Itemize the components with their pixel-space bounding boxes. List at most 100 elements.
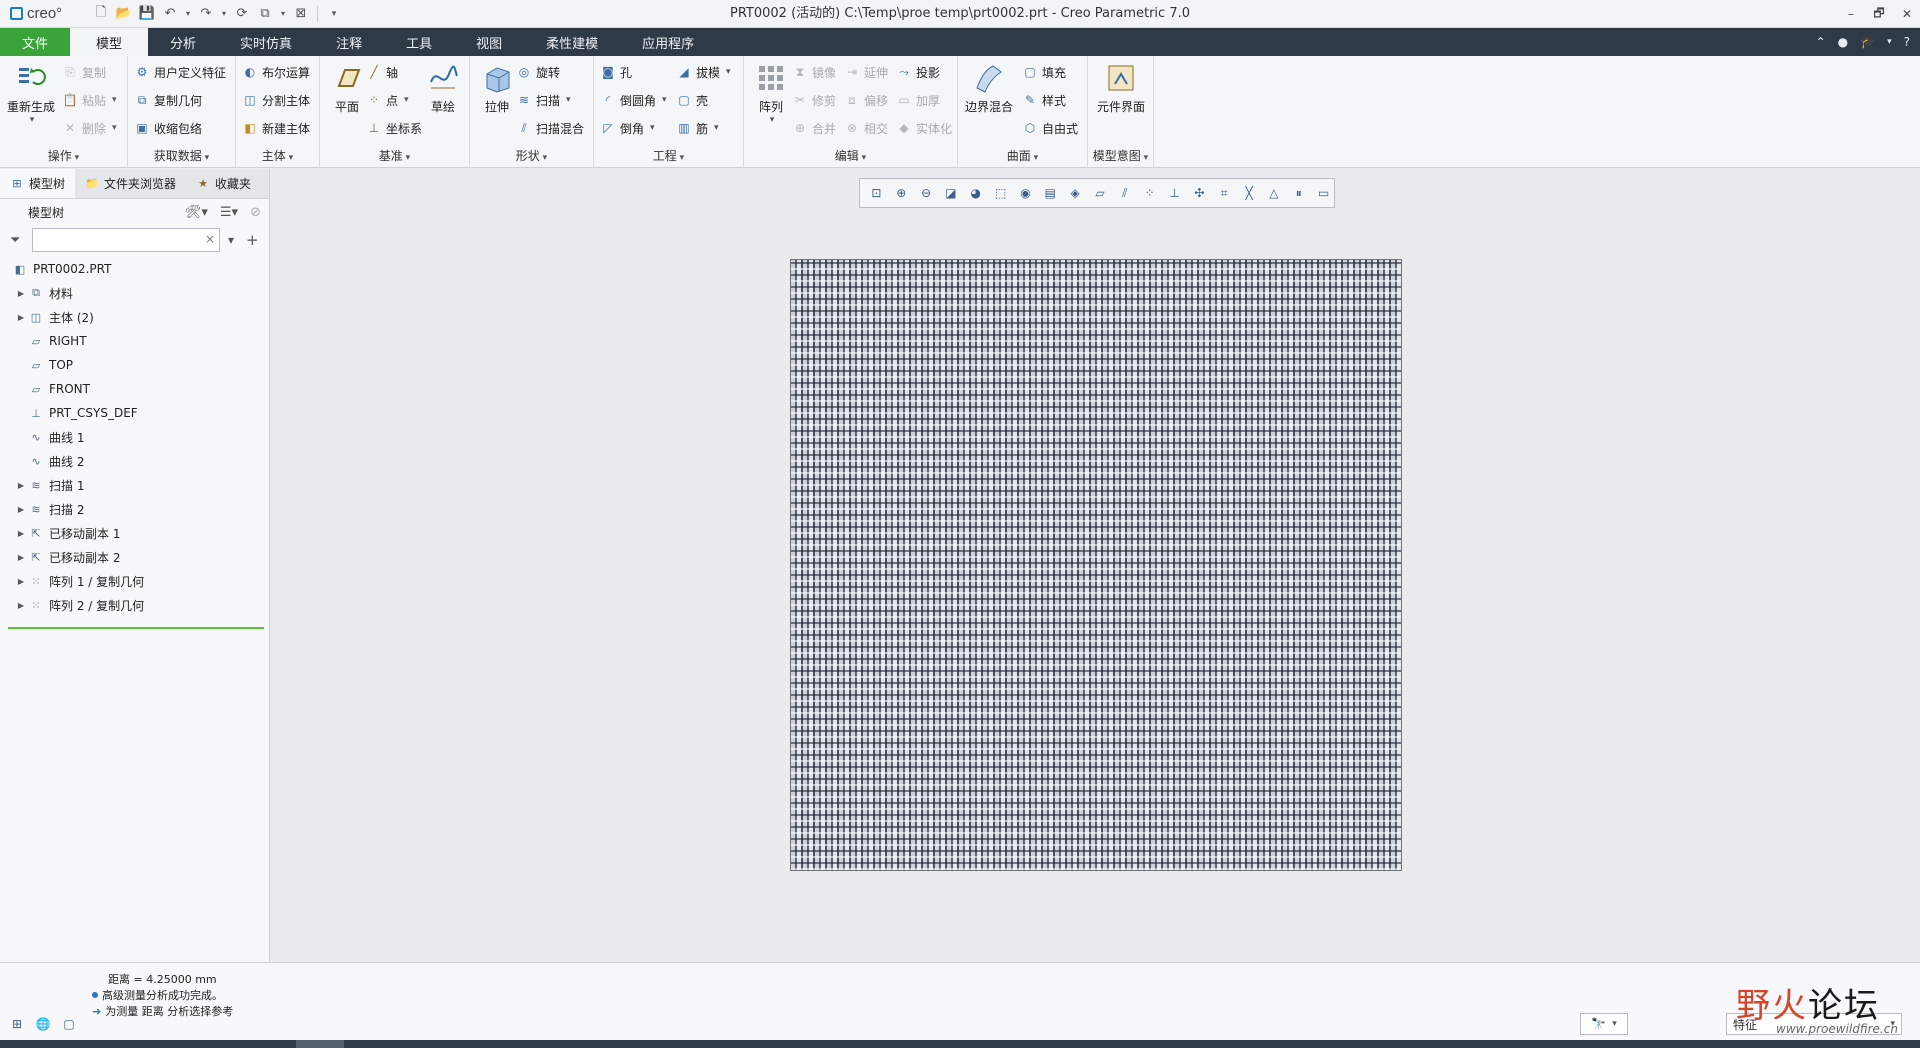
windows-icon[interactable]: ⧉ [256, 5, 274, 23]
browser-icon[interactable]: 🌐 [34, 1015, 52, 1033]
group-label-engineering[interactable]: 工程 [594, 147, 743, 164]
perspective-icon[interactable]: ▤ [1040, 182, 1061, 204]
tab-favorites[interactable]: ★ 收藏夹 [186, 169, 261, 198]
tree-settings-icon[interactable]: 🛠▾ [185, 205, 208, 220]
view-manager-icon[interactable]: ◉ [1015, 182, 1036, 204]
repaint-icon[interactable]: ◪ [941, 182, 962, 204]
expand-arrow-icon[interactable]: ▶ [14, 577, 28, 586]
copy-button[interactable]: ⎘ 复制 [62, 62, 106, 82]
section-icon[interactable]: ◈ [1065, 182, 1086, 204]
tab-file[interactable]: 文件 [0, 28, 71, 56]
new-file-icon[interactable]: 🗋 [92, 5, 110, 23]
tree-search-input[interactable] [32, 228, 220, 252]
user-icon[interactable]: ● [1838, 35, 1848, 49]
tab-folder-browser[interactable]: 📁 文件夹浏览器 [75, 169, 186, 198]
display-style-icon[interactable]: ◕ [965, 182, 986, 204]
pattern-dropdown-icon[interactable]: ▾ [746, 115, 798, 125]
csys-button[interactable]: ⊥ 坐标系 [366, 118, 422, 138]
group-label-body[interactable]: 主体 [236, 147, 319, 164]
help-icon[interactable]: ? [1904, 35, 1910, 49]
learning-icon[interactable]: 🎓 [1860, 35, 1875, 49]
toggle-navigator-icon[interactable]: ⊞ [8, 1015, 26, 1033]
axis-display-icon[interactable]: ╳ [1239, 182, 1260, 204]
split-body-button[interactable]: ◫ 分割主体 [242, 90, 310, 110]
tree-node[interactable]: ▶ ⁙ 阵列 1 / 复制几何 [0, 569, 269, 593]
udf-button[interactable]: ⚙ 用户定义特征 [134, 62, 226, 82]
tab-view[interactable]: 视图 [454, 28, 524, 56]
rib-button[interactable]: ▥ 筋 ▾ [676, 118, 718, 138]
tree-node[interactable]: ⊥ PRT_CSYS_DEF [0, 401, 269, 425]
full-screen-icon[interactable]: ▢ [60, 1015, 78, 1033]
expand-arrow-icon[interactable]: ▶ [14, 481, 28, 490]
tab-applications[interactable]: 应用程序 [620, 28, 716, 56]
tree-node[interactable]: ▶ ⧉ 材料 [0, 281, 269, 305]
insert-here-line[interactable] [8, 627, 264, 629]
group-label-get-data[interactable]: 获取数据 [128, 147, 235, 164]
tab-analysis[interactable]: 分析 [148, 28, 218, 56]
search-clear-icon[interactable]: × [205, 232, 215, 246]
tree-node[interactable]: ▱ TOP [0, 353, 269, 377]
copy-geometry-button[interactable]: ⧉ 复制几何 [134, 90, 202, 110]
group-label-datum[interactable]: 基准 [320, 147, 469, 164]
tab-flexible-modeling[interactable]: 柔性建模 [524, 28, 620, 56]
tree-columns-icon[interactable]: ☰▾ [220, 205, 238, 220]
tree-node[interactable]: ▱ FRONT [0, 377, 269, 401]
offset-button[interactable]: ⧈ 偏移 [844, 90, 888, 110]
saved-orientations-icon[interactable]: ⬚ [990, 182, 1011, 204]
windows-dropdown-icon[interactable]: ▾ [279, 5, 287, 23]
spin-center-icon[interactable]: ✣ [1189, 182, 1210, 204]
tree-node[interactable]: ▶ ⁙ 阵列 2 / 复制几何 [0, 593, 269, 617]
boundary-blend-button[interactable]: 边界混合 [962, 62, 1016, 115]
tree-filter-off-icon[interactable]: ⊘ [250, 205, 261, 220]
freestyle-button[interactable]: ⬡ 自由式 [1022, 118, 1078, 138]
swept-blend-button[interactable]: ⫽ 扫描混合 [516, 118, 584, 138]
filter-funnel-icon[interactable]: ⏷ [10, 233, 28, 248]
tree-node[interactable]: ∿ 曲线 2 [0, 449, 269, 473]
tab-model-tree[interactable]: ⊞ 模型树 [0, 169, 76, 198]
open-folder-icon[interactable]: 📂 [115, 5, 133, 23]
expand-arrow-icon[interactable]: ▶ [14, 529, 28, 538]
search-options-icon[interactable]: ▾ [228, 233, 234, 247]
solidify-button[interactable]: ◆ 实体化 [896, 118, 952, 138]
trim-button[interactable]: ✂ 修剪 [792, 90, 836, 110]
pause-icon[interactable]: ⏸ [1288, 182, 1309, 204]
pattern-button[interactable]: 阵列 ▾ [744, 62, 798, 125]
tab-model[interactable]: 模型 [70, 28, 149, 56]
undo-icon[interactable]: ↶ [161, 5, 179, 23]
graphics-window[interactable]: ⊡ ⊕ ⊖ ◪ ◕ ⬚ ◉ ▤ ◈ ▱ ⫽ ⁘ ⊥ ✣ ⌗ ╳ △ ⏸ ▭ [271, 169, 1920, 962]
sweep-button[interactable]: ≋ 扫描 ▾ [516, 90, 571, 110]
revolve-button[interactable]: ◎ 旋转 [516, 62, 560, 82]
tree-node[interactable]: ∿ 曲线 1 [0, 425, 269, 449]
new-body-button[interactable]: ◧ 新建主体 [242, 118, 310, 138]
fill-button[interactable]: ▢ 填充 [1022, 62, 1066, 82]
group-label-surfaces[interactable]: 曲面 [958, 147, 1087, 164]
extend-button[interactable]: ⇥ 延伸 [844, 62, 888, 82]
boolean-button[interactable]: ◐ 布尔运算 [242, 62, 310, 82]
draft-button[interactable]: ◢ 拔模 ▾ [676, 62, 730, 82]
tree-node[interactable]: ▶ ⇱ 已移动副本 1 [0, 521, 269, 545]
datum-display-icon[interactable]: ▱ [1090, 182, 1111, 204]
tree-node[interactable]: ◧ PRT0002.PRT [0, 257, 269, 281]
tree-node[interactable]: ▱ RIGHT [0, 329, 269, 353]
undo-dropdown-icon[interactable]: ▾ [184, 5, 192, 23]
round-button[interactable]: ◜ 倒圆角 ▾ [600, 90, 667, 110]
intersect-button[interactable]: ⊗ 相交 [844, 118, 888, 138]
hole-button[interactable]: ◙ 孔 [600, 62, 632, 82]
add-filter-icon[interactable]: + [246, 231, 259, 249]
regenerate-button[interactable]: 重新生成 ▾ [4, 62, 58, 125]
expand-arrow-icon[interactable]: ▶ [14, 505, 28, 514]
paste-button[interactable]: 📋 粘贴 ▾ [62, 90, 117, 110]
tab-annotate[interactable]: 注释 [314, 28, 384, 56]
minimize-button[interactable]: – [1844, 7, 1858, 21]
group-label-shapes[interactable]: 形状 [470, 147, 593, 164]
redo-dropdown-icon[interactable]: ▾ [220, 5, 228, 23]
redo-icon[interactable]: ↷ [197, 5, 215, 23]
woven-mesh-model[interactable] [790, 259, 1402, 871]
tree-node[interactable]: ▶ ≋ 扫描 1 [0, 473, 269, 497]
expand-arrow-icon[interactable]: ▶ [14, 601, 28, 610]
group-label-editing[interactable]: 编辑 [744, 147, 957, 164]
project-button[interactable]: ⤳ 投影 [896, 62, 940, 82]
plane-display-icon[interactable]: ⫽ [1114, 182, 1135, 204]
sketch-button[interactable]: 草绘 [416, 62, 470, 115]
merge-button[interactable]: ⊕ 合并 [792, 118, 836, 138]
